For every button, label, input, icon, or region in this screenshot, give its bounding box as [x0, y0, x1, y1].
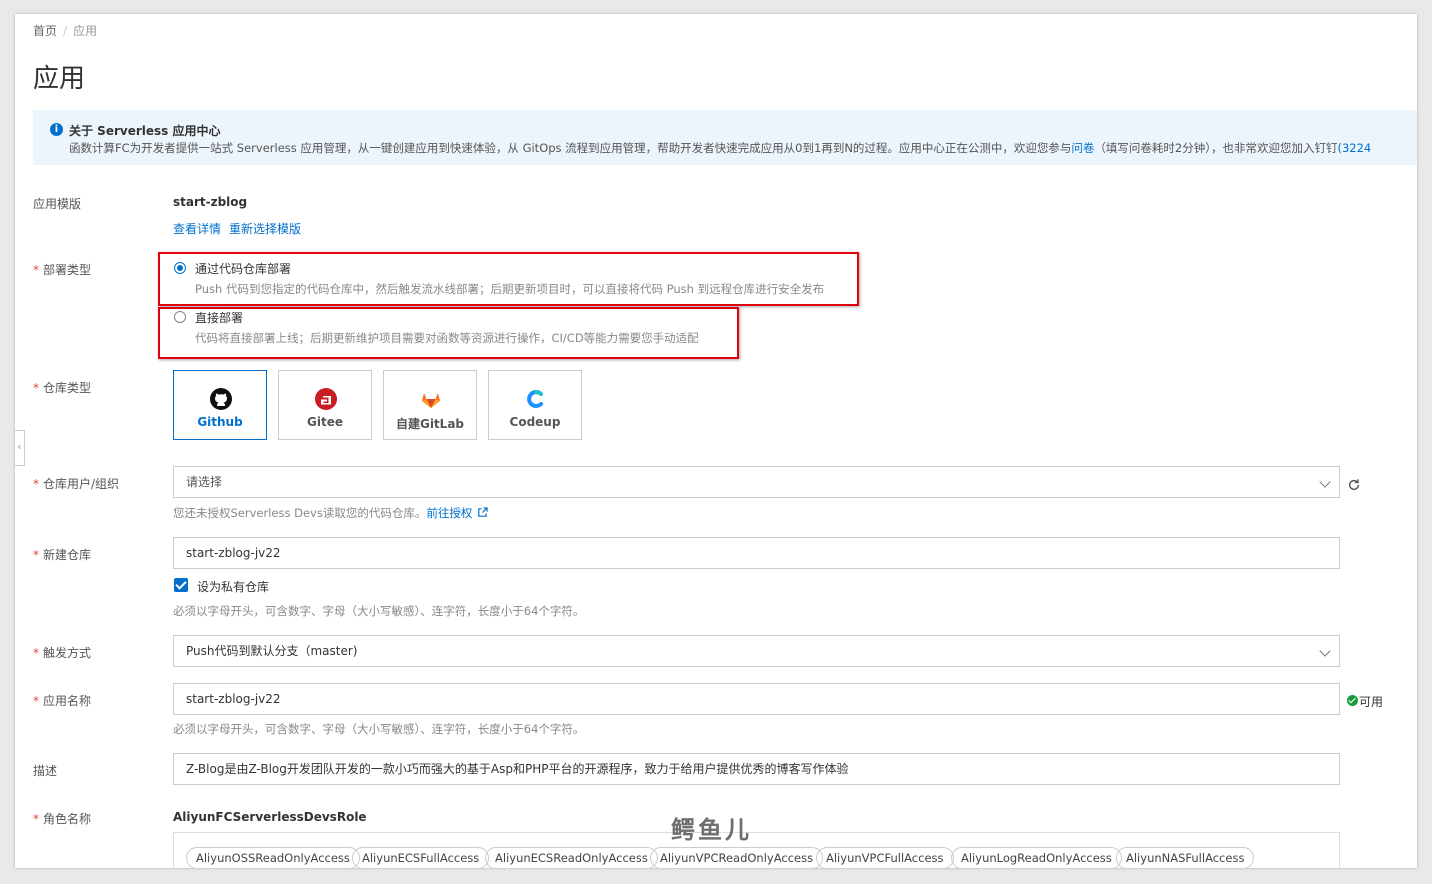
main-panel: 首页 / 应用 应用 i 关于 Serverless 应用中心 函数计算FC为开发者… [15, 14, 1417, 868]
policy-tag: AliyunNASFullAccess [1116, 847, 1255, 868]
direct-deploy-desc: 代码将直接部署上线；后期更新维护项目需要对函数等资源进行操作，CI/CD等能力需… [195, 331, 699, 345]
repo-option-label: Gitee [307, 415, 343, 429]
repo-deploy-desc: Push 代码到您指定的代码仓库中，然后触发流水线部署；后期更新项目时，可以直接… [195, 282, 825, 296]
repo-owner-hint: 您还未授权Serverless Devs读取您的代码仓库。前往授权 [173, 505, 489, 521]
info-icon: i [50, 123, 63, 136]
policy-tag: AliyunVPCFullAccess [816, 847, 954, 868]
repo-owner-placeholder: 请选择 [186, 475, 223, 489]
app-name-input[interactable]: start-zblog-jv22 [173, 683, 1340, 715]
reselect-template-link[interactable]: 重新选择模版 [229, 220, 301, 237]
notice-title: 关于 Serverless 应用中心 [69, 124, 221, 138]
check-circle-icon [1347, 695, 1358, 706]
breadcrumb-home[interactable]: 首页 [33, 24, 57, 38]
private-repo-label: 设为私有仓库 [197, 580, 270, 594]
new-repo-label: * 新建仓库 [33, 548, 92, 562]
direct-deploy-title: 直接部署 [195, 311, 244, 325]
repo-type-label: * 仓库类型 [33, 381, 92, 395]
policy-tag: AliyunECSFullAccess [352, 847, 490, 868]
notice-body: 函数计算FC为开发者提供一站式 Serverless 应用管理，从一键创建应用到… [69, 140, 1371, 156]
dingtalk-group-link[interactable]: (3224 [1338, 141, 1372, 155]
trigger-select[interactable]: Push代码到默认分支（master) [173, 635, 1340, 667]
watermark: 鳄鱼儿 [671, 815, 752, 844]
breadcrumb: 首页 / 应用 [33, 22, 97, 39]
policy-tag: AliyunOSSReadOnlyAccess [186, 847, 360, 868]
info-notice: i 关于 Serverless 应用中心 函数计算FC为开发者提供一站式 Ser… [33, 110, 1417, 165]
app-name-label: * 应用名称 [33, 694, 92, 708]
repo-option-label: Github [197, 415, 243, 429]
role-label: * 角色名称 [33, 812, 92, 826]
template-label: 应用模版 [33, 197, 82, 211]
trigger-value: Push代码到默认分支（master) [186, 644, 358, 658]
deploy-type-label: * 部署类型 [33, 263, 92, 277]
page-title: 应用 [33, 64, 86, 94]
app-name-hint: 必须以字母开头，可含数字、字母（大小写敏感）、连字符，长度小于64个字符。 [173, 722, 585, 736]
repo-owner-label: * 仓库用户/组织 [33, 477, 120, 491]
breadcrumb-separator: / [63, 24, 68, 38]
repo-option-gitlab[interactable]: 自建GitLab [383, 370, 477, 440]
notice-text: 函数计算FC为开发者提供一站式 Serverless 应用管理，从一键创建应用到… [69, 141, 1072, 155]
trigger-label: * 触发方式 [33, 646, 92, 660]
sidebar-collapse-handle[interactable]: ‹ [15, 430, 25, 466]
repo-option-github[interactable]: Github [173, 370, 267, 440]
new-repo-hint: 必须以字母开头，可含数字、字母（大小写敏感）、连字符，长度小于64个字符。 [173, 604, 585, 618]
description-label: 描述 [33, 764, 58, 778]
gitlab-icon [422, 393, 440, 408]
policy-tag: AliyunLogReadOnlyAccess [951, 847, 1122, 868]
chevron-down-icon [1319, 476, 1331, 488]
policy-tag: AliyunECSReadOnlyAccess [485, 847, 658, 868]
codeup-icon [527, 390, 543, 408]
role-value: AliyunFCServerlessDevsRole [173, 810, 367, 824]
policy-tag: AliyunVPCReadOnlyAccess [650, 847, 824, 868]
repo-deploy-title: 通过代码仓库部署 [195, 262, 292, 276]
github-icon [210, 388, 232, 410]
refresh-icon[interactable] [1347, 478, 1361, 492]
view-details-link[interactable]: 查看详情 [173, 220, 221, 237]
repo-option-gitee[interactable]: Gitee [278, 370, 372, 440]
app-name-status: 可用 [1359, 695, 1384, 709]
repo-owner-select[interactable]: 请选择 [173, 466, 1340, 498]
template-value: start-zblog [173, 195, 248, 209]
gitee-icon [315, 388, 337, 410]
notice-text-middle: （填写问卷耗时2分钟），也非常欢迎您加入钉钉 [1094, 141, 1338, 155]
breadcrumb-current: 应用 [73, 24, 98, 38]
description-input[interactable]: Z-Blog是由Z-Blog开发团队开发的一款小巧而强大的基于Asp和PHP平台… [173, 753, 1340, 785]
radio-repo-deploy[interactable] [174, 262, 186, 274]
repo-option-codeup[interactable]: Codeup [488, 370, 582, 440]
external-link-icon[interactable] [477, 507, 489, 518]
authorize-link[interactable]: 前往授权 [426, 506, 472, 520]
chevron-down-icon [1319, 645, 1331, 657]
repo-option-label: 自建GitLab [395, 417, 465, 431]
new-repo-input[interactable]: start-zblog-jv22 [173, 537, 1340, 569]
survey-link[interactable]: 问卷 [1071, 141, 1094, 155]
radio-direct-deploy[interactable] [174, 311, 186, 323]
private-repo-checkbox[interactable] [174, 578, 188, 592]
repo-option-label: Codeup [509, 415, 561, 429]
